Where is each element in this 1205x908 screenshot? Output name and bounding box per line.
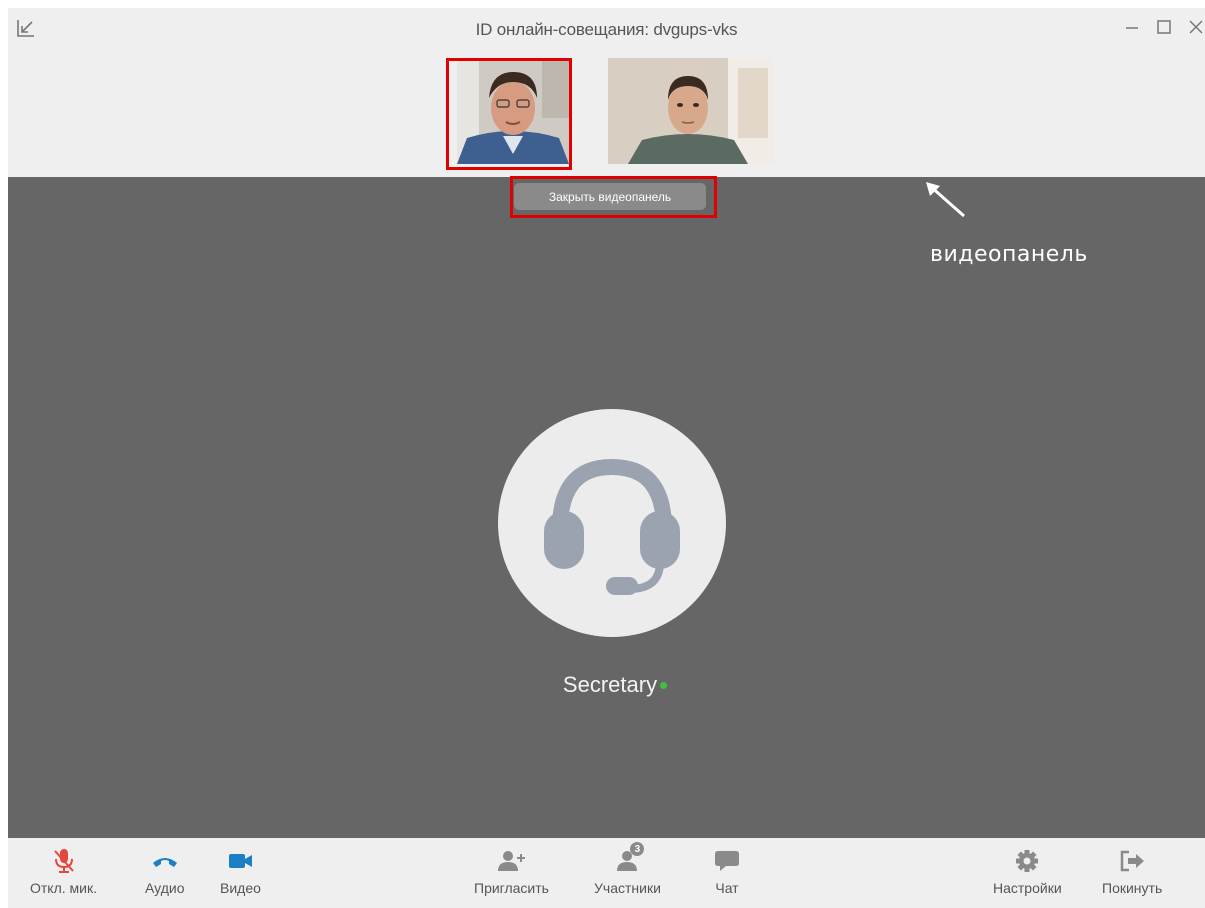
title-bar: ID онлайн-совещания: dvgups-vks	[8, 8, 1205, 50]
online-status-indicator	[660, 682, 667, 689]
leave-button[interactable]: Покинуть	[1102, 848, 1162, 896]
mute-button[interactable]: Откл. мик.	[30, 848, 97, 896]
close-videopanel-button[interactable]: Закрыть видеопанель	[514, 183, 706, 210]
annotation-label: видеопанель	[930, 242, 1088, 267]
participant-name: Secretary	[562, 672, 658, 697]
video-panel	[8, 50, 1205, 177]
maximize-icon[interactable]	[1155, 18, 1173, 36]
camera-icon	[225, 848, 255, 874]
headset-icon	[544, 458, 680, 595]
mute-label: Откл. мик.	[30, 880, 97, 896]
invite-label: Пригласить	[474, 880, 549, 896]
add-user-icon	[496, 848, 526, 874]
participant-avatar	[498, 409, 726, 637]
participants-label: Участники	[594, 880, 661, 896]
video-button[interactable]: Видео	[220, 848, 261, 896]
microphone-off-icon	[49, 848, 79, 874]
audio-button[interactable]: Аудио	[145, 848, 185, 896]
bottom-toolbar: Откл. мик. Аудио Видео Пригласить 3 Учас…	[8, 838, 1205, 908]
invite-button[interactable]: Пригласить	[474, 848, 549, 896]
exit-icon	[1117, 848, 1147, 874]
participants-button[interactable]: 3 Участники	[594, 842, 661, 896]
participant-video-thumbnail[interactable]	[608, 58, 774, 164]
video-label: Видео	[220, 880, 261, 896]
chat-label: Чат	[715, 880, 739, 896]
close-icon[interactable]	[1187, 18, 1205, 36]
phone-icon	[150, 848, 180, 874]
chat-bubble-icon	[712, 848, 742, 874]
audio-label: Аудио	[145, 880, 185, 896]
gear-icon	[1012, 848, 1042, 874]
leave-label: Покинуть	[1102, 880, 1163, 896]
window-title: ID онлайн-совещания: dvgups-vks	[475, 20, 738, 39]
settings-button[interactable]: Настройки	[993, 848, 1062, 896]
settings-label: Настройки	[993, 880, 1062, 896]
annotation-arrow-icon	[926, 182, 965, 218]
participant-video-thumbnail[interactable]	[457, 58, 569, 164]
chat-button[interactable]: Чат	[712, 848, 742, 896]
user-icon: 3	[612, 842, 645, 874]
minimize-icon[interactable]	[1123, 18, 1141, 36]
